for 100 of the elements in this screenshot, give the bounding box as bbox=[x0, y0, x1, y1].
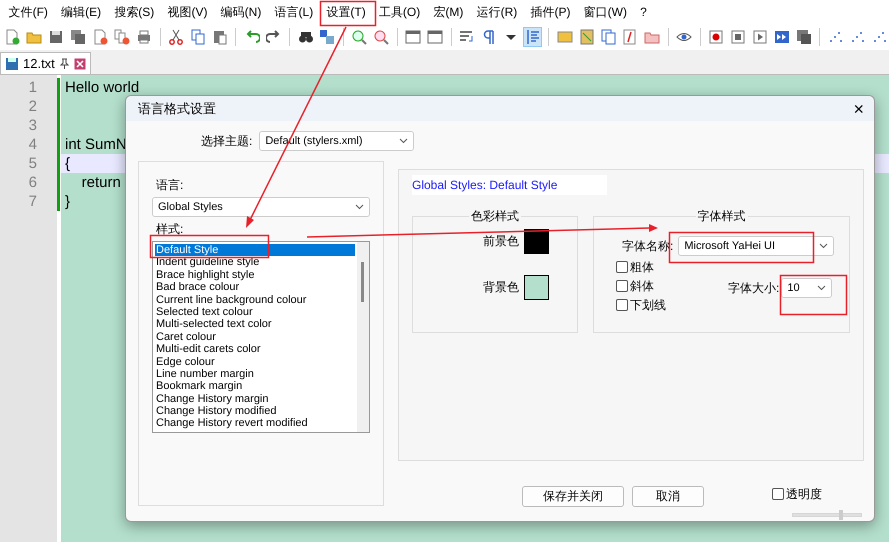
menu-item[interactable]: 编辑(E) bbox=[54, 2, 108, 22]
style-list-item[interactable]: Brace highlight style bbox=[155, 268, 355, 282]
menu-item[interactable]: 宏(M) bbox=[426, 2, 470, 22]
colour-label: 背景色 bbox=[483, 279, 519, 296]
caret-icon bbox=[355, 204, 364, 210]
code-line: } bbox=[65, 193, 70, 210]
style-title: Global Styles: Default Style bbox=[412, 175, 607, 195]
checkbox-option[interactable]: 下划线 bbox=[616, 295, 666, 314]
style-list-item[interactable]: Change History margin bbox=[155, 392, 355, 406]
record-icon[interactable] bbox=[708, 29, 724, 45]
style-list-item[interactable]: Multi-edit carets color bbox=[155, 343, 355, 356]
line-number: 3 bbox=[28, 116, 37, 135]
style-list-item[interactable]: Edge colour bbox=[155, 356, 355, 368]
colour-swatch[interactable] bbox=[524, 228, 549, 254]
style-list-item[interactable]: Default Style bbox=[155, 244, 355, 256]
menu-item[interactable]: 插件(P) bbox=[524, 2, 578, 22]
fast-forward-icon[interactable] bbox=[774, 29, 790, 45]
style-list-item[interactable]: Caret colour bbox=[155, 330, 355, 344]
redo-arrow-icon[interactable] bbox=[266, 29, 282, 45]
window-icon[interactable] bbox=[405, 29, 422, 45]
new-document-icon[interactable] bbox=[4, 29, 20, 45]
close-documents-icon[interactable] bbox=[114, 29, 130, 45]
font-name-label: 字体名称: bbox=[622, 238, 674, 255]
zoom-in-icon[interactable] bbox=[351, 29, 368, 45]
documents-icon[interactable] bbox=[600, 29, 617, 45]
code-line: return bbox=[80, 174, 121, 191]
style-list-item[interactable]: Line number margin bbox=[155, 368, 355, 380]
zoom-out-icon[interactable] bbox=[373, 29, 390, 45]
language-label: 语言: bbox=[155, 177, 184, 194]
line-number: 7 bbox=[28, 192, 37, 211]
style-list-item[interactable]: Change History revert modified bbox=[155, 417, 355, 430]
dialog-title: 语言格式设置 bbox=[138, 100, 216, 118]
close-button[interactable]: × bbox=[851, 100, 866, 118]
scissors-icon[interactable] bbox=[168, 29, 184, 45]
file-tab[interactable]: 12.txt bbox=[0, 52, 91, 74]
menu-item[interactable]: 视图(V) bbox=[160, 2, 214, 22]
menu-item[interactable]: 编码(N) bbox=[214, 2, 268, 22]
style-list-item[interactable]: Bad brace colour bbox=[155, 281, 355, 294]
document-map-icon[interactable] bbox=[578, 29, 595, 45]
close-icon[interactable] bbox=[74, 58, 86, 70]
highlight-frame bbox=[780, 274, 848, 316]
indent-guide-icon[interactable] bbox=[524, 29, 541, 45]
slider-thumb[interactable] bbox=[838, 510, 843, 520]
menu-item[interactable]: 窗口(W) bbox=[577, 2, 634, 22]
copy-icon[interactable] bbox=[190, 29, 206, 45]
code-line: Hello world bbox=[65, 79, 140, 96]
menu-item[interactable]: 运行(R) bbox=[470, 2, 524, 22]
font-name-dropdown[interactable]: Microsoft YaHei UI bbox=[678, 236, 834, 256]
line-number: 2 bbox=[28, 97, 37, 116]
transparency-slider[interactable] bbox=[792, 513, 862, 517]
menu-item[interactable]: 语言(L) bbox=[268, 2, 320, 22]
caret-icon bbox=[817, 285, 826, 291]
line-number: 6 bbox=[28, 173, 37, 192]
code-line: int SumN bbox=[65, 136, 127, 153]
menu-item[interactable]: 搜索(S) bbox=[108, 2, 161, 22]
style-list-item[interactable]: Current line background colour bbox=[155, 294, 355, 306]
caret-icon bbox=[819, 243, 828, 249]
highlight-frame bbox=[320, 0, 376, 26]
style-list-item[interactable]: Multi-selected text color bbox=[155, 318, 355, 331]
caret-icon bbox=[399, 138, 408, 144]
group-title: 字体样式 bbox=[696, 209, 746, 223]
colour-label: 前景色 bbox=[483, 233, 519, 250]
printer-icon[interactable] bbox=[136, 29, 152, 45]
transparency-checkbox[interactable]: 透明度 bbox=[772, 484, 862, 503]
save-macro-icon[interactable] bbox=[796, 29, 812, 45]
font-size-label: 字体大小: bbox=[728, 280, 780, 297]
style-list-item[interactable]: Selected text colour bbox=[155, 306, 355, 318]
find-replace-icon[interactable] bbox=[319, 29, 336, 45]
floppy-disks-icon[interactable] bbox=[70, 29, 86, 45]
code-line: { bbox=[65, 155, 70, 172]
binoculars-icon[interactable] bbox=[298, 29, 314, 45]
menu-item[interactable]: 工具(O) bbox=[372, 2, 427, 22]
scrollbar-thumb[interactable] bbox=[361, 262, 364, 302]
menu-item[interactable]: 文件(F) bbox=[2, 2, 55, 22]
pin-icon[interactable] bbox=[58, 58, 70, 69]
style-label: 样式: bbox=[155, 221, 184, 238]
line-number: 1 bbox=[28, 78, 37, 97]
play-icon[interactable] bbox=[752, 29, 768, 45]
theme-label: 选择主题: bbox=[201, 133, 252, 150]
style-list[interactable] bbox=[152, 241, 370, 433]
checkbox-option[interactable]: 粗体 bbox=[616, 257, 666, 276]
language-dropdown[interactable]: Global Styles bbox=[152, 197, 370, 217]
line-number: 4 bbox=[28, 135, 37, 154]
window-icon[interactable] bbox=[427, 29, 444, 45]
font-size-dropdown[interactable]: 10 bbox=[781, 278, 832, 298]
menu-item[interactable]: ? bbox=[634, 2, 654, 22]
style-list-item[interactable]: Bookmark margin bbox=[155, 380, 355, 393]
checkbox-option[interactable]: 斜体 bbox=[616, 276, 666, 295]
colour-swatch[interactable] bbox=[524, 274, 549, 300]
cancel-button[interactable]: 取消 bbox=[632, 486, 704, 507]
note-icon[interactable] bbox=[556, 29, 573, 45]
save-close-button[interactable]: 保存并关闭 bbox=[522, 486, 624, 507]
group-title: 色彩样式 bbox=[470, 209, 520, 223]
style-list-item[interactable]: Change History modified bbox=[155, 405, 355, 418]
clipboard-icon[interactable] bbox=[212, 29, 228, 45]
function-list-icon[interactable] bbox=[622, 29, 638, 45]
style-list-item[interactable]: Indent guideline style bbox=[155, 256, 355, 269]
close-document-icon[interactable] bbox=[92, 29, 108, 45]
line-number: 5 bbox=[28, 154, 37, 173]
stop-icon[interactable] bbox=[730, 29, 746, 45]
